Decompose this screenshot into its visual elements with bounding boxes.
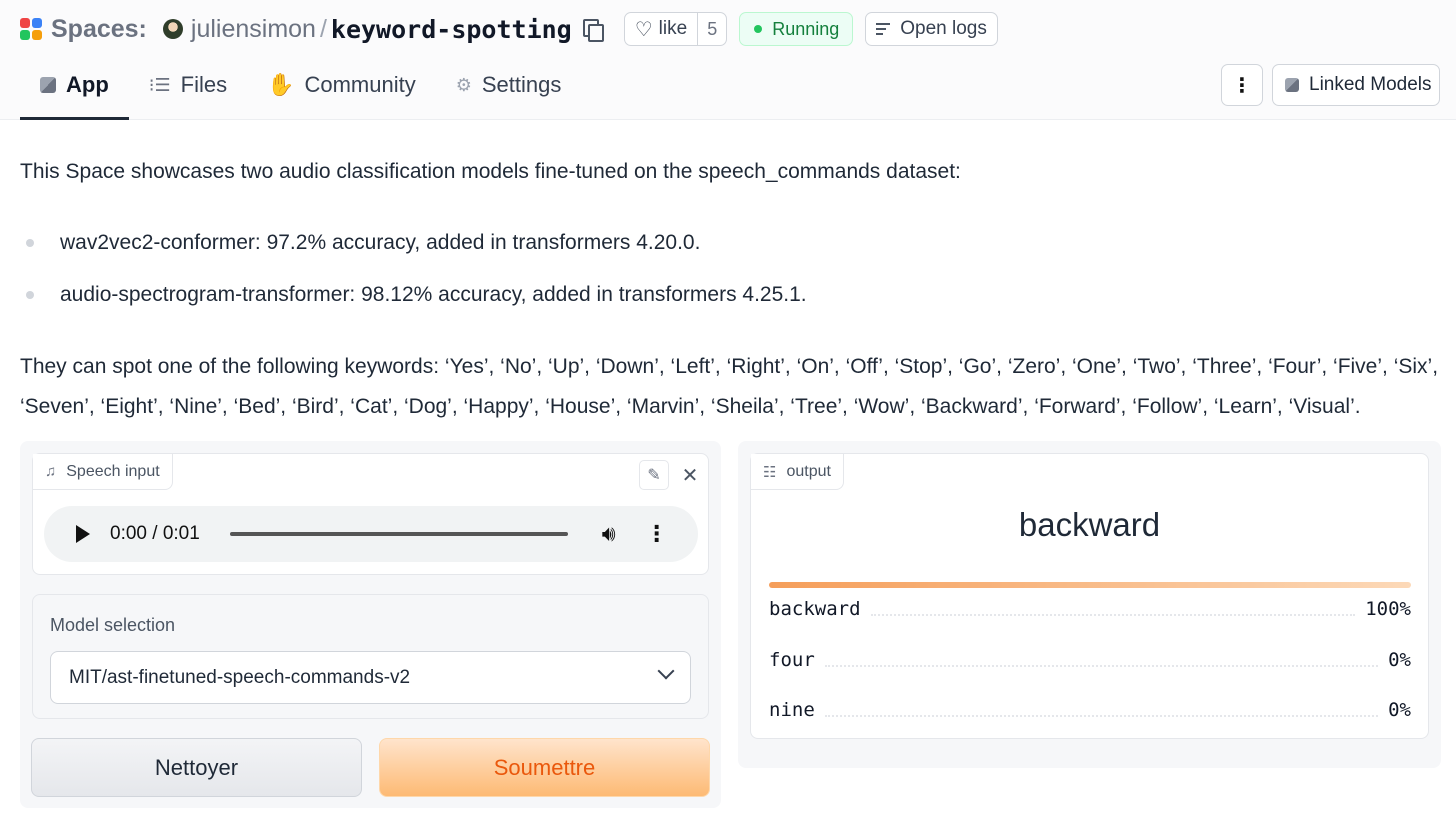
speech-input-text: Speech input [66, 462, 160, 480]
output-block: ☷ output backward backward 100% four 0% … [750, 453, 1429, 739]
spaces-logo-icon[interactable] [20, 18, 42, 40]
audio-time: 0:00 / 0:01 [110, 523, 200, 544]
avatar[interactable] [162, 19, 183, 39]
audio-input-block: ♫ Speech input ✎ ✕ 0:00 / 0:01 🔊︎ ⋮ [32, 453, 709, 575]
linked-models-button[interactable]: Linked Models [1272, 64, 1440, 106]
open-logs-button[interactable]: Open logs [865, 12, 998, 46]
submit-button[interactable]: Soumettre [379, 738, 710, 797]
predicted-label: backward [1018, 506, 1161, 543]
confidence-value: 0% [1388, 699, 1411, 721]
clear-button[interactable]: Nettoyer [31, 738, 362, 797]
path-separator: / [319, 14, 327, 43]
tab-app-label: App [66, 72, 109, 97]
space-tabs: App ⁝☰ Files ✋ Community ⚙ Settings [20, 64, 581, 120]
model-selection-label: Model selection [50, 615, 176, 635]
keywords-text: They can spot one of the following keywo… [20, 355, 1439, 418]
model-dropdown-value: MIT/ast-finetuned-speech-commands-v2 [69, 666, 411, 688]
output-panel: ☷ output backward backward 100% four 0% … [738, 441, 1441, 768]
model-selection-block: Model selection MIT/ast-finetuned-speech… [32, 594, 709, 719]
logs-icon [876, 22, 892, 36]
confidence-row: four 0% [769, 645, 1411, 675]
status-text: Running [772, 18, 840, 39]
confidence-row: nine 0% [769, 695, 1411, 725]
tab-community[interactable]: ✋ Community [247, 64, 436, 106]
confidence-label: four [769, 649, 815, 671]
tab-community-label: Community [304, 72, 416, 97]
more-options-button[interactable]: ⋮ [1221, 64, 1263, 106]
close-icon[interactable]: ✕ [675, 460, 705, 490]
input-panel: ♫ Speech input ✎ ✕ 0:00 / 0:01 🔊︎ ⋮ Mode… [20, 441, 721, 808]
spaces-link[interactable]: Spaces: [51, 15, 147, 44]
audio-player: 0:00 / 0:01 🔊︎ ⋮ [44, 506, 698, 562]
audio-seek-bar[interactable] [229, 532, 568, 536]
music-note-icon: ♫ [45, 463, 57, 480]
tab-settings[interactable]: ⚙ Settings [436, 64, 582, 106]
model-list: wav2vec2-conformer: 97.2% accuracy, adde… [20, 228, 807, 332]
confidence-bar [769, 582, 1411, 588]
confidence-label: nine [769, 699, 815, 721]
linked-models-label: Linked Models [1309, 74, 1432, 95]
title-row: Spaces: juliensimon / keyword-spotting ♡… [20, 10, 998, 48]
intro-text: This Space showcases two audio classific… [20, 160, 961, 183]
confidence-row: backward 100% [769, 594, 1411, 624]
status-badge: Running [739, 12, 854, 46]
confidence-value: 0% [1388, 649, 1411, 671]
gear-icon: ⚙ [455, 74, 472, 95]
community-icon: ✋ [267, 72, 295, 97]
speech-input-label: ♫ Speech input [33, 454, 173, 490]
copy-icon[interactable] [582, 18, 604, 42]
cube-icon [1285, 78, 1299, 92]
confidence-label: backward [769, 598, 861, 620]
model-dropdown[interactable]: MIT/ast-finetuned-speech-commands-v2 [50, 651, 691, 704]
repo-name[interactable]: keyword-spotting [331, 15, 572, 44]
owner-link[interactable]: juliensimon [191, 15, 316, 44]
tab-app[interactable]: App [20, 64, 129, 120]
tab-files[interactable]: ⁝☰ Files [129, 64, 247, 106]
open-logs-label: Open logs [900, 18, 987, 39]
chevron-down-icon [657, 662, 675, 680]
bar-chart-icon: ☷ [763, 463, 777, 481]
output-label: ☷ output [751, 454, 844, 490]
files-icon: ⁝☰ [148, 74, 171, 95]
like-count[interactable]: 5 [697, 13, 726, 45]
list-item: audio-spectrogram-transformer: 98.12% ac… [20, 280, 807, 332]
status-dot-icon [754, 25, 763, 33]
like-button[interactable]: ♡ like 5 [623, 12, 728, 46]
confidence-value: 100% [1365, 598, 1411, 620]
player-more-icon[interactable]: ⋮ [646, 521, 668, 547]
output-label-text: output [786, 462, 831, 480]
edit-icon[interactable]: ✎ [639, 460, 669, 490]
like-label: like [658, 18, 688, 39]
play-icon[interactable] [76, 525, 90, 543]
cube-icon [40, 77, 56, 93]
volume-icon[interactable]: 🔊︎ [602, 521, 616, 547]
heart-icon: ♡ [634, 18, 653, 41]
tab-files-label: Files [180, 72, 228, 97]
list-item: wav2vec2-conformer: 97.2% accuracy, adde… [20, 228, 807, 280]
tab-settings-label: Settings [481, 72, 562, 97]
kebab-icon: ⋮ [1232, 74, 1252, 97]
